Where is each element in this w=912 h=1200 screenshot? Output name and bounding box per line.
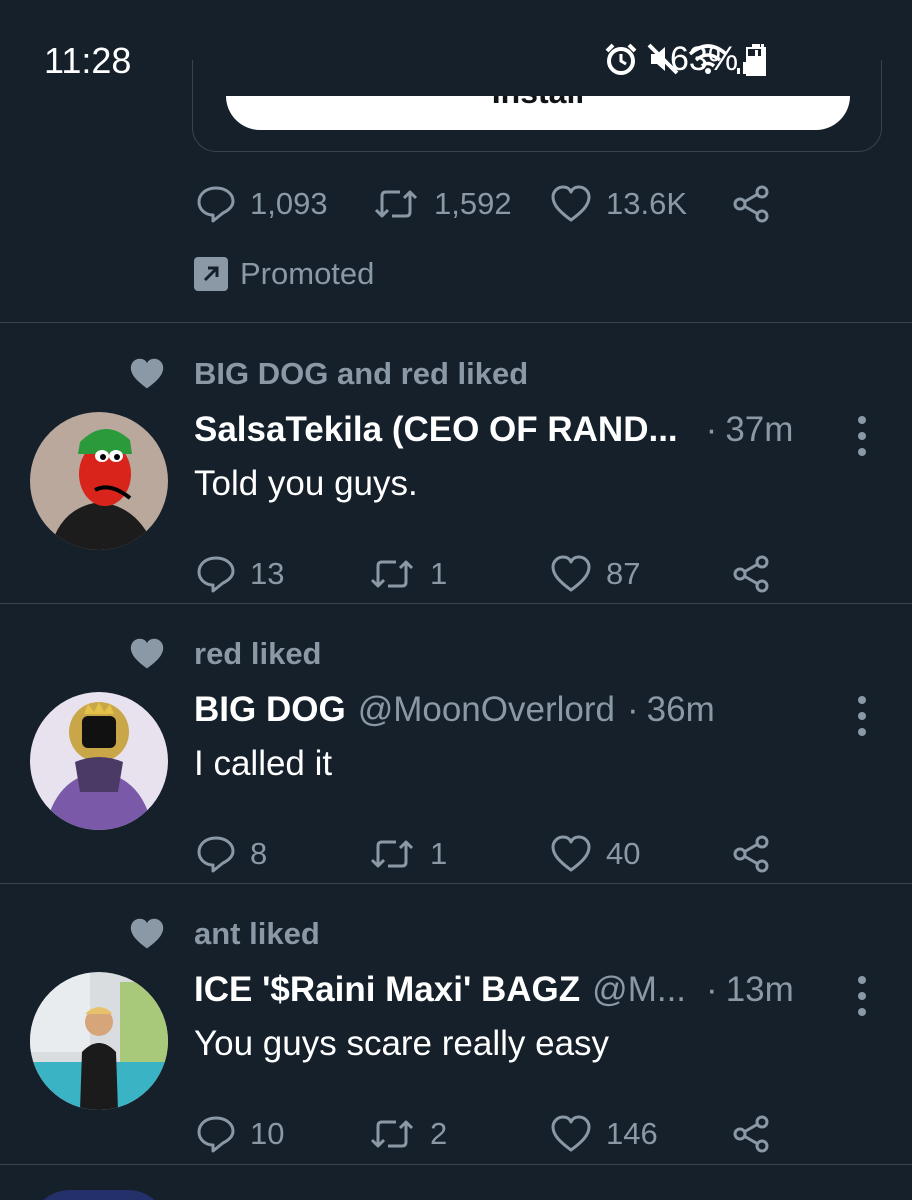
timestamp[interactable]: 36m — [647, 690, 715, 730]
tweet-text: I called it — [194, 744, 333, 783]
reply-icon — [197, 836, 235, 873]
share-icon — [733, 555, 769, 593]
retweet-count: 1 — [430, 556, 448, 591]
reply-button[interactable]: 13 — [196, 554, 368, 594]
like-count: 146 — [606, 1116, 658, 1151]
retweet-icon — [370, 840, 414, 868]
like-button[interactable]: 87 — [550, 554, 730, 594]
tweet-actions: 8 1 40 — [196, 834, 772, 874]
reply-count: 13 — [250, 556, 285, 591]
timestamp[interactable]: 13m — [726, 970, 794, 1010]
avatar[interactable] — [30, 412, 168, 550]
retweet-button[interactable]: 1,592 — [372, 184, 550, 224]
share-button[interactable] — [730, 184, 772, 224]
tweet-text: Told you guys. — [194, 464, 418, 503]
divider — [0, 603, 912, 604]
reply-count: 1,093 — [250, 186, 328, 221]
author-handle[interactable]: @MoonOverlord — [358, 690, 615, 730]
reply-count: 10 — [250, 1116, 285, 1151]
tweet-header: BIG DOG @MoonOverlord · 36m — [194, 690, 715, 730]
author-name[interactable]: BIG DOG — [194, 690, 346, 730]
share-button[interactable] — [730, 554, 772, 594]
heart-icon — [551, 185, 591, 222]
social-context: ant liked — [194, 916, 320, 951]
separator: · — [626, 690, 639, 729]
like-count: 13.6K — [606, 186, 688, 221]
divider — [0, 883, 912, 884]
retweet-button[interactable]: 1 — [368, 834, 550, 874]
like-button[interactable]: 13.6K — [550, 184, 730, 224]
promoted-icon — [194, 257, 228, 291]
tweet-text: You guys scare really easy — [194, 1024, 610, 1063]
retweet-count: 1,592 — [434, 186, 512, 221]
heart-icon — [551, 835, 591, 872]
retweet-button[interactable]: 1 — [368, 554, 550, 594]
more-options-icon[interactable] — [852, 416, 872, 456]
like-count: 87 — [606, 556, 641, 591]
avatar[interactable] — [30, 972, 168, 1110]
tweet-actions: 13 1 87 — [196, 554, 772, 594]
liked-heart-icon — [130, 358, 164, 389]
author-name[interactable]: ICE '$Raini Maxi' BAGZ — [194, 970, 580, 1010]
status-time: 11:28 — [44, 40, 132, 81]
tweet-actions: 10 2 146 — [196, 1114, 772, 1154]
more-options-icon[interactable] — [852, 696, 872, 736]
reply-button[interactable]: 1,093 — [196, 184, 372, 224]
more-options-icon[interactable] — [852, 976, 872, 1016]
reply-button[interactable]: 8 — [196, 834, 368, 874]
heart-icon — [551, 555, 591, 592]
install-button[interactable]: Install — [226, 96, 850, 130]
like-count: 40 — [606, 836, 641, 871]
share-icon — [733, 835, 769, 873]
tweet[interactable]: red liked BIG DOG @MoonOverlord · 36m I … — [0, 606, 912, 886]
retweet-icon — [370, 1120, 414, 1148]
tweet-header: ICE '$Raini Maxi' BAGZ @M... · 13m — [194, 970, 794, 1010]
reply-icon — [197, 186, 235, 223]
divider — [0, 1164, 912, 1165]
retweet-icon — [374, 190, 418, 218]
share-icon — [733, 185, 769, 223]
promoted-text: Promoted — [240, 256, 375, 291]
like-button[interactable]: 146 — [550, 1114, 730, 1154]
tweet[interactable]: ant liked ICE '$Raini Maxi' BAGZ @M... ·… — [0, 886, 912, 1166]
reply-count: 8 — [250, 836, 268, 871]
retweet-button[interactable]: 2 — [368, 1114, 550, 1154]
separator: · — [705, 410, 718, 449]
retweet-count: 1 — [430, 836, 448, 871]
promoted-label: Promoted — [194, 256, 374, 292]
social-context: red liked — [194, 636, 322, 671]
share-icon — [733, 1115, 769, 1153]
retweet-count: 2 — [430, 1116, 448, 1151]
tweet[interactable]: BIG DOG and red liked SalsaTekila (CEO O… — [0, 326, 912, 606]
next-tweet-avatar[interactable] — [30, 1190, 168, 1200]
reply-icon — [197, 1116, 235, 1153]
reply-icon — [197, 556, 235, 593]
promo-actions: 1,093 1,592 13.6K — [196, 184, 772, 224]
avatar[interactable] — [30, 692, 168, 830]
retweet-icon — [370, 560, 414, 588]
like-button[interactable]: 40 — [550, 834, 730, 874]
reply-button[interactable]: 10 — [196, 1114, 368, 1154]
divider — [0, 322, 912, 323]
timestamp[interactable]: 37m — [725, 410, 793, 450]
share-button[interactable] — [730, 1114, 772, 1154]
tweet-header: SalsaTekila (CEO OF RAND... · 37m — [194, 410, 793, 450]
author-name[interactable]: SalsaTekila (CEO OF RAND... — [194, 410, 678, 450]
liked-heart-icon — [130, 918, 164, 949]
social-context: BIG DOG and red liked — [194, 356, 529, 391]
heart-icon — [551, 1115, 591, 1152]
share-button[interactable] — [730, 834, 772, 874]
liked-heart-icon — [130, 638, 164, 669]
install-label: Install — [226, 96, 850, 111]
separator: · — [706, 970, 718, 1009]
author-handle[interactable]: @M... — [592, 970, 686, 1010]
